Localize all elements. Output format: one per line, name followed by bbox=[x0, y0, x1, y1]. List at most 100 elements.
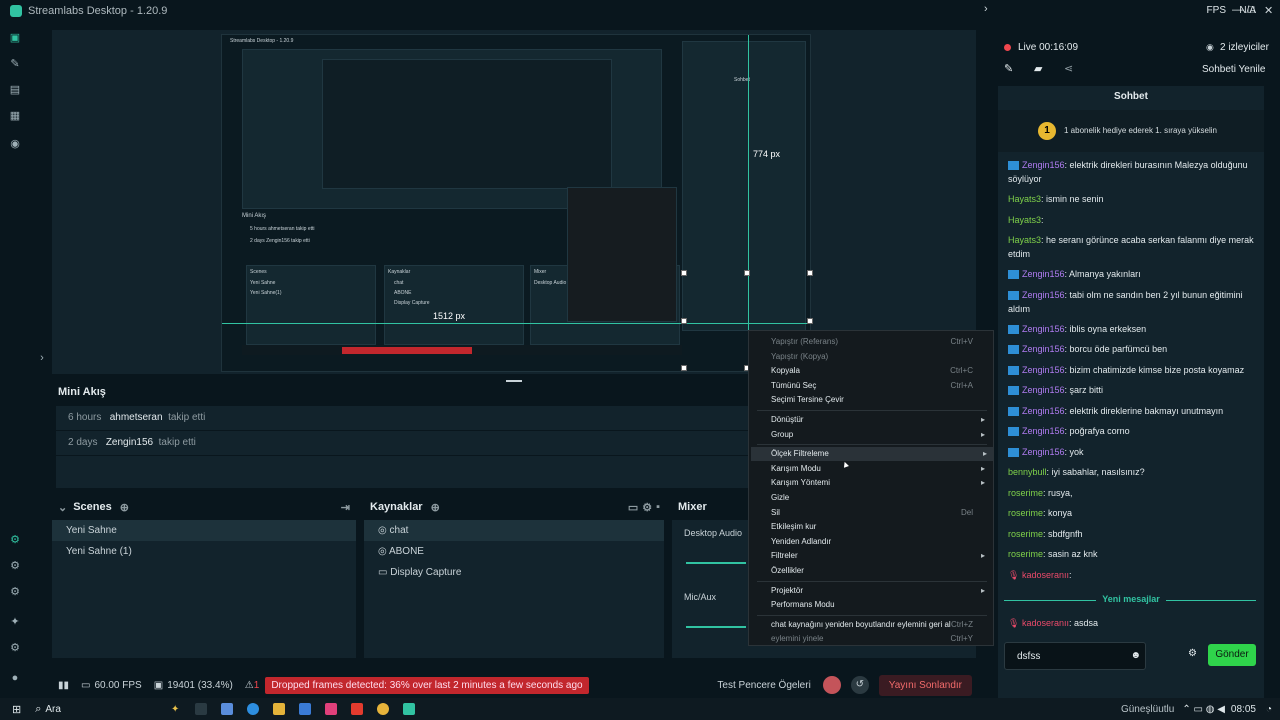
share-icon[interactable]: ⋖ bbox=[1064, 62, 1073, 75]
taskbar-search[interactable]: Ara bbox=[45, 704, 61, 715]
search-icon[interactable]: ⌕ bbox=[35, 703, 41, 716]
apps-icon[interactable]: ⚙ bbox=[9, 586, 21, 598]
resize-handle-bl[interactable] bbox=[681, 365, 687, 371]
context-menu-item[interactable]: Filtreler ▸ bbox=[771, 549, 991, 563]
context-menu-item[interactable]: chat kaynağını yeniden boyutlandır eylem… bbox=[771, 618, 991, 632]
leaderboard-banner[interactable]: 1 1 abonelik hediye ederek 1. sıraya yük… bbox=[998, 110, 1264, 152]
chat-username[interactable]: bennybull bbox=[1008, 467, 1047, 477]
context-menu-item[interactable]: Tümünü Seç Ctrl+A bbox=[771, 379, 991, 393]
sparkle-icon[interactable]: ✦ bbox=[9, 616, 21, 628]
edit-icon[interactable]: ✎ bbox=[1004, 62, 1013, 75]
drag-handle[interactable] bbox=[506, 380, 522, 382]
context-menu-item[interactable]: eylemini yinele Ctrl+Y bbox=[771, 632, 991, 646]
chat-username[interactable]: Zengin156 bbox=[1022, 406, 1065, 416]
stats-icon[interactable]: ▮▮ bbox=[58, 680, 69, 691]
copilot-icon[interactable]: ✦ bbox=[171, 704, 179, 715]
context-menu-item[interactable]: Kopyala Ctrl+C bbox=[771, 364, 991, 378]
volume-slider[interactable] bbox=[686, 562, 746, 564]
remove-icon[interactable]: ▪ bbox=[656, 501, 660, 513]
resize-handle-l[interactable] bbox=[681, 318, 687, 324]
resize-handle-t[interactable] bbox=[744, 270, 750, 276]
warning-icon[interactable]: ⚠ bbox=[245, 680, 254, 691]
test-widgets-label[interactable]: Test Pencere Ögeleri bbox=[717, 680, 810, 691]
context-menu-item[interactable]: Özellikler bbox=[771, 564, 991, 578]
chat-username[interactable]: roserime bbox=[1008, 488, 1043, 498]
chat-username[interactable]: roserime bbox=[1008, 529, 1043, 539]
scene-item[interactable]: Yeni Sahne bbox=[52, 520, 356, 541]
context-menu-item[interactable]: Yapıştır (Referans) Ctrl+V bbox=[771, 335, 991, 349]
tray-icons[interactable]: ⌃ ▭ ◍ ◀ bbox=[1182, 704, 1225, 715]
windows-start-icon[interactable]: ⊞ bbox=[12, 703, 21, 716]
chat-username[interactable]: Zengin156 bbox=[1022, 365, 1065, 375]
widgets-icon[interactable]: ▦ bbox=[9, 110, 21, 122]
context-menu-item[interactable]: Yeniden Adlandır bbox=[771, 535, 991, 549]
chevron-right-icon[interactable]: › bbox=[984, 3, 988, 15]
chat-username[interactable]: roserime bbox=[1008, 508, 1043, 518]
settings-icon[interactable]: ⚙ bbox=[9, 642, 21, 654]
chat-username[interactable]: kadoseranıı bbox=[1022, 570, 1069, 580]
task-view-icon[interactable] bbox=[195, 703, 208, 715]
clip-icon[interactable]: ▰ bbox=[1034, 62, 1042, 75]
collapse-icon[interactable]: ⌄ bbox=[58, 501, 67, 514]
chat-username[interactable]: Hayats3 bbox=[1008, 194, 1041, 204]
themes-icon[interactable]: ✎ bbox=[9, 58, 21, 70]
context-menu-item[interactable]: Projektör ▸ bbox=[771, 584, 991, 598]
chat-username[interactable]: Zengin156 bbox=[1022, 290, 1065, 300]
send-button[interactable]: Gönder bbox=[1208, 644, 1256, 666]
profile-icon[interactable]: ● bbox=[9, 672, 21, 684]
notification-icon[interactable]: ◔ bbox=[1266, 704, 1272, 715]
source-item[interactable]: ◎ ABONE bbox=[364, 541, 664, 562]
resize-handle-r[interactable] bbox=[807, 318, 813, 324]
chat-username[interactable]: Zengin156 bbox=[1022, 324, 1065, 334]
record-icon[interactable]: ◉ bbox=[9, 138, 21, 150]
explorer-icon[interactable] bbox=[273, 703, 286, 715]
scene-transition-icon[interactable]: ⇥ bbox=[341, 501, 350, 514]
end-stream-button[interactable]: Yayını Sonlandır bbox=[878, 674, 972, 696]
record-button[interactable] bbox=[822, 676, 841, 694]
refresh-chat-button[interactable]: Sohbeti Yenile bbox=[1202, 64, 1265, 75]
replay-icon[interactable]: ↺ bbox=[850, 676, 869, 694]
context-menu-item[interactable]: Seçimi Tersine Çevir bbox=[771, 393, 991, 407]
streamlabs-icon[interactable] bbox=[403, 703, 416, 715]
source-item[interactable]: ◎ chat bbox=[364, 520, 664, 541]
chat-settings-icon[interactable]: ⚙ bbox=[1188, 648, 1197, 659]
layout-icon[interactable]: ⚙ bbox=[9, 560, 21, 572]
volume-slider[interactable] bbox=[686, 626, 746, 628]
context-menu-item[interactable]: Ölçek Filtreleme ▸ bbox=[751, 447, 993, 462]
chat-username[interactable]: Hayats3 bbox=[1008, 215, 1041, 225]
store-icon[interactable] bbox=[299, 703, 312, 715]
settings-icon[interactable]: ⚙ bbox=[642, 501, 652, 514]
context-menu-item[interactable]: Karışım Modu ▸ bbox=[771, 462, 991, 476]
chat-username[interactable]: Zengin156 bbox=[1022, 160, 1065, 170]
chat-username[interactable]: Zengin156 bbox=[1022, 385, 1065, 395]
store-icon[interactable]: ▤ bbox=[9, 84, 21, 96]
resize-handle-tr[interactable] bbox=[807, 270, 813, 276]
youtube-icon[interactable] bbox=[351, 703, 364, 715]
folder-icon[interactable]: ▭ bbox=[628, 501, 638, 514]
app-icon[interactable] bbox=[221, 703, 234, 715]
instagram-icon[interactable] bbox=[325, 703, 338, 715]
close-icon[interactable]: ✕ bbox=[1264, 4, 1273, 17]
chat-username[interactable]: Hayats3 bbox=[1008, 235, 1041, 245]
studio-mode-icon[interactable]: ⚙ bbox=[9, 534, 21, 546]
scene-item[interactable]: Yeni Sahne (1) bbox=[52, 541, 356, 562]
chrome-icon[interactable] bbox=[377, 703, 390, 715]
context-menu-item[interactable]: Karışım Yöntemi ▸ bbox=[771, 476, 991, 490]
chat-username[interactable]: Zengin156 bbox=[1022, 426, 1065, 436]
chat-username[interactable]: Zengin156 bbox=[1022, 269, 1065, 279]
context-menu-item[interactable]: Dönüştür ▸ bbox=[771, 413, 991, 427]
resize-handle-tl[interactable] bbox=[681, 270, 687, 276]
expand-icon[interactable]: › bbox=[36, 352, 48, 364]
source-item[interactable]: ▭ Display Capture bbox=[364, 562, 664, 583]
context-menu-item[interactable]: Yapıştır (Kopya) bbox=[771, 350, 991, 364]
add-source-icon[interactable]: ⊕ bbox=[431, 501, 440, 514]
error-banner[interactable]: Dropped frames detected: 36% over last 2… bbox=[265, 676, 589, 694]
chat-username[interactable]: roserime bbox=[1008, 549, 1043, 559]
context-menu-item[interactable]: Sil Del bbox=[771, 506, 991, 520]
chat-input[interactable]: dsfss ☻ bbox=[1004, 642, 1146, 670]
editor-icon[interactable]: ▣ bbox=[9, 32, 21, 44]
emoji-icon[interactable]: ☻ bbox=[1130, 650, 1141, 661]
chat-username[interactable]: Zengin156 bbox=[1022, 344, 1065, 354]
context-menu-item[interactable]: Etkileşim kur bbox=[771, 520, 991, 534]
edge-icon[interactable] bbox=[247, 703, 260, 715]
